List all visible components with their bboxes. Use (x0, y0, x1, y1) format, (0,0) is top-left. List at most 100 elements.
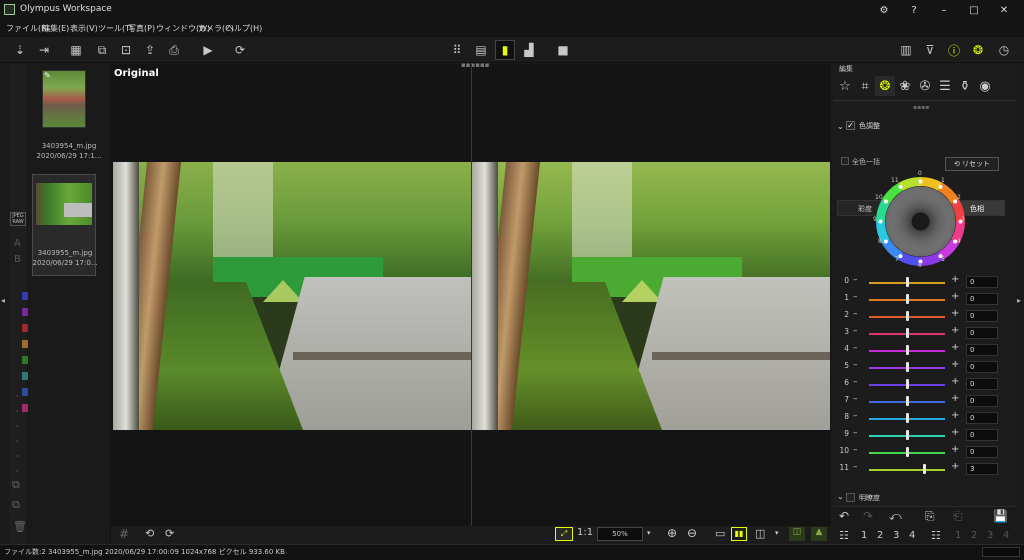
label-a[interactable]: A (14, 238, 21, 249)
slider-knob[interactable] (906, 345, 909, 355)
zoom-dropdown-icon[interactable]: ▾ (647, 529, 651, 537)
export-icon[interactable]: ⇪ (140, 40, 160, 60)
crop-icon[interactable]: ⊡ (116, 40, 136, 60)
slider-plus-button[interactable]: + (951, 291, 959, 302)
copy-settings-icon[interactable]: ⎘ (925, 509, 935, 524)
slider-value-field[interactable]: 0 (966, 412, 998, 424)
hue-color-wheel[interactable] (873, 174, 968, 269)
thumbnail-2[interactable] (36, 183, 92, 225)
slider-value-field[interactable]: 0 (966, 429, 998, 441)
slider-knob[interactable] (906, 396, 909, 406)
slider-knob[interactable] (906, 277, 909, 287)
rating-dots[interactable]: · · · · · · (16, 389, 20, 479)
color-tool-icon[interactable]: ❂ (875, 76, 895, 96)
print-icon[interactable]: ⎙ (164, 40, 184, 60)
redo-icon[interactable]: ↷ (863, 509, 873, 523)
slider-value-field[interactable]: 0 (966, 395, 998, 407)
thumbnail-1[interactable]: ✎ (42, 70, 86, 128)
rotate-icon[interactable]: ⟳ (230, 40, 250, 60)
slider-minus-button[interactable]: – (853, 360, 858, 370)
raw-develop-icon[interactable]: ▦ (66, 40, 86, 60)
collapse-arrow-icon[interactable]: ◂ (1, 296, 5, 305)
preview-eye-icon[interactable]: ◉ (975, 76, 995, 96)
slider-track[interactable] (869, 469, 945, 471)
close-button[interactable]: ✕ (990, 0, 1018, 20)
zoom-in-icon[interactable]: ⊕ (667, 526, 677, 540)
filmstrip-view-icon[interactable]: ▤ (471, 40, 491, 60)
import-icon[interactable]: ⇣ (10, 40, 30, 60)
color-adjust-icon[interactable]: ❂ (968, 40, 988, 60)
slider-minus-button[interactable]: – (853, 275, 858, 285)
play-icon[interactable]: ▶ (198, 40, 218, 60)
info-icon[interactable]: ⓘ (944, 40, 964, 60)
color-balance-icon[interactable]: ❀ (895, 76, 915, 96)
preset-2[interactable]: 2 (877, 530, 883, 541)
preset-1[interactable]: 1 (861, 530, 867, 541)
menu-view[interactable]: 表示(V) (70, 23, 98, 34)
slider-knob[interactable] (906, 379, 909, 389)
actual-size-icon[interactable]: 1:1 (577, 527, 593, 538)
slider-minus-button[interactable]: – (853, 445, 858, 455)
right-collapse-arrow-icon[interactable]: ▸ (1017, 296, 1021, 305)
split-compare-icon[interactable]: ◫ (755, 527, 765, 540)
slider-knob[interactable] (906, 430, 909, 440)
slider-value-field[interactable]: 0 (966, 276, 998, 288)
slider-plus-button[interactable]: + (951, 274, 959, 285)
thumbnail-2-frame[interactable]: ····· 3403955_m.jpg 2020/06/29 17:0... (32, 174, 97, 276)
copy-icon-side[interactable]: ⧉ (12, 498, 20, 512)
slider-value-field[interactable]: 0 (966, 293, 998, 305)
slider-value-field[interactable]: 0 (966, 378, 998, 390)
slider-knob[interactable] (906, 311, 909, 321)
split-view-icon[interactable]: ▟ (519, 40, 539, 60)
slider-value-field[interactable]: 0 (966, 361, 998, 373)
grid-overlay-icon[interactable]: # (119, 527, 129, 541)
compare-dropdown-icon[interactable]: ▾ (775, 529, 779, 537)
all-color-checkbox[interactable] (841, 157, 849, 165)
next-section-chevron-icon[interactable]: ⌄ (837, 492, 844, 501)
slider-minus-button[interactable]: – (853, 394, 858, 404)
slider-knob[interactable] (906, 294, 909, 304)
save-icon[interactable]: 💾 (993, 509, 1008, 523)
slider-knob[interactable] (906, 328, 909, 338)
set-preset-4[interactable]: 4 (1003, 530, 1009, 541)
single-compare-icon[interactable]: ▭ (715, 527, 725, 540)
slider-knob[interactable] (906, 362, 909, 372)
grid-view-icon[interactable]: ⠿ (447, 40, 467, 60)
section-chevron-icon[interactable]: ⌄ (837, 122, 844, 131)
label-b[interactable]: B (14, 254, 21, 265)
slider-value-field[interactable]: 0 (966, 344, 998, 356)
slider-plus-button[interactable]: + (951, 359, 959, 370)
shadow-warning-icon[interactable]: ▲ (811, 527, 827, 541)
rotate-left-icon[interactable]: ⟲ (145, 527, 154, 540)
revert-icon[interactable]: ⤺ (889, 509, 902, 524)
paste-settings-icon[interactable]: ⎗ (953, 509, 963, 524)
right-collapse-strip[interactable]: ▸ (1016, 64, 1024, 544)
maximize-button[interactable]: □ (960, 0, 988, 20)
slider-plus-button[interactable]: + (951, 410, 959, 421)
settings-icon[interactable]: ⚙ (870, 0, 898, 20)
left-collapse-strip[interactable]: ◂ (0, 64, 9, 544)
fit-screen-icon[interactable]: ⤢ (555, 527, 573, 541)
slider-plus-button[interactable]: + (951, 376, 959, 387)
preset-3[interactable]: 3 (893, 530, 899, 541)
menu-edit[interactable]: 編集(E) (42, 23, 69, 34)
filter-icon[interactable]: ⊽ (920, 40, 940, 60)
share-icon[interactable]: ⧉ (12, 478, 20, 492)
presets-icon[interactable]: ☷ (839, 529, 849, 542)
tone-curve-icon[interactable]: ☰ (935, 76, 955, 96)
reset-button[interactable]: ⟲ リセット (945, 157, 999, 171)
slider-minus-button[interactable]: – (853, 411, 858, 421)
minimize-button[interactable]: – (930, 0, 958, 20)
slider-plus-button[interactable]: + (951, 393, 959, 404)
rotate-right-icon[interactable]: ⟳ (165, 527, 174, 540)
compare-view-icon[interactable]: ▮ (495, 40, 515, 60)
set-preset-2[interactable]: 2 (971, 530, 977, 541)
slider-minus-button[interactable]: – (853, 462, 858, 472)
stamp-icon[interactable]: ⚱ (955, 76, 975, 96)
favorite-icon[interactable]: ☆ (835, 76, 855, 96)
zoom-out-icon[interactable]: ⊖ (687, 526, 697, 540)
crop-tool-icon[interactable]: ⌗ (855, 76, 875, 96)
highlight-warning-icon[interactable]: ◫ (789, 527, 805, 541)
slider-minus-button[interactable]: – (853, 309, 858, 319)
slider-value-field[interactable]: 0 (966, 446, 998, 458)
